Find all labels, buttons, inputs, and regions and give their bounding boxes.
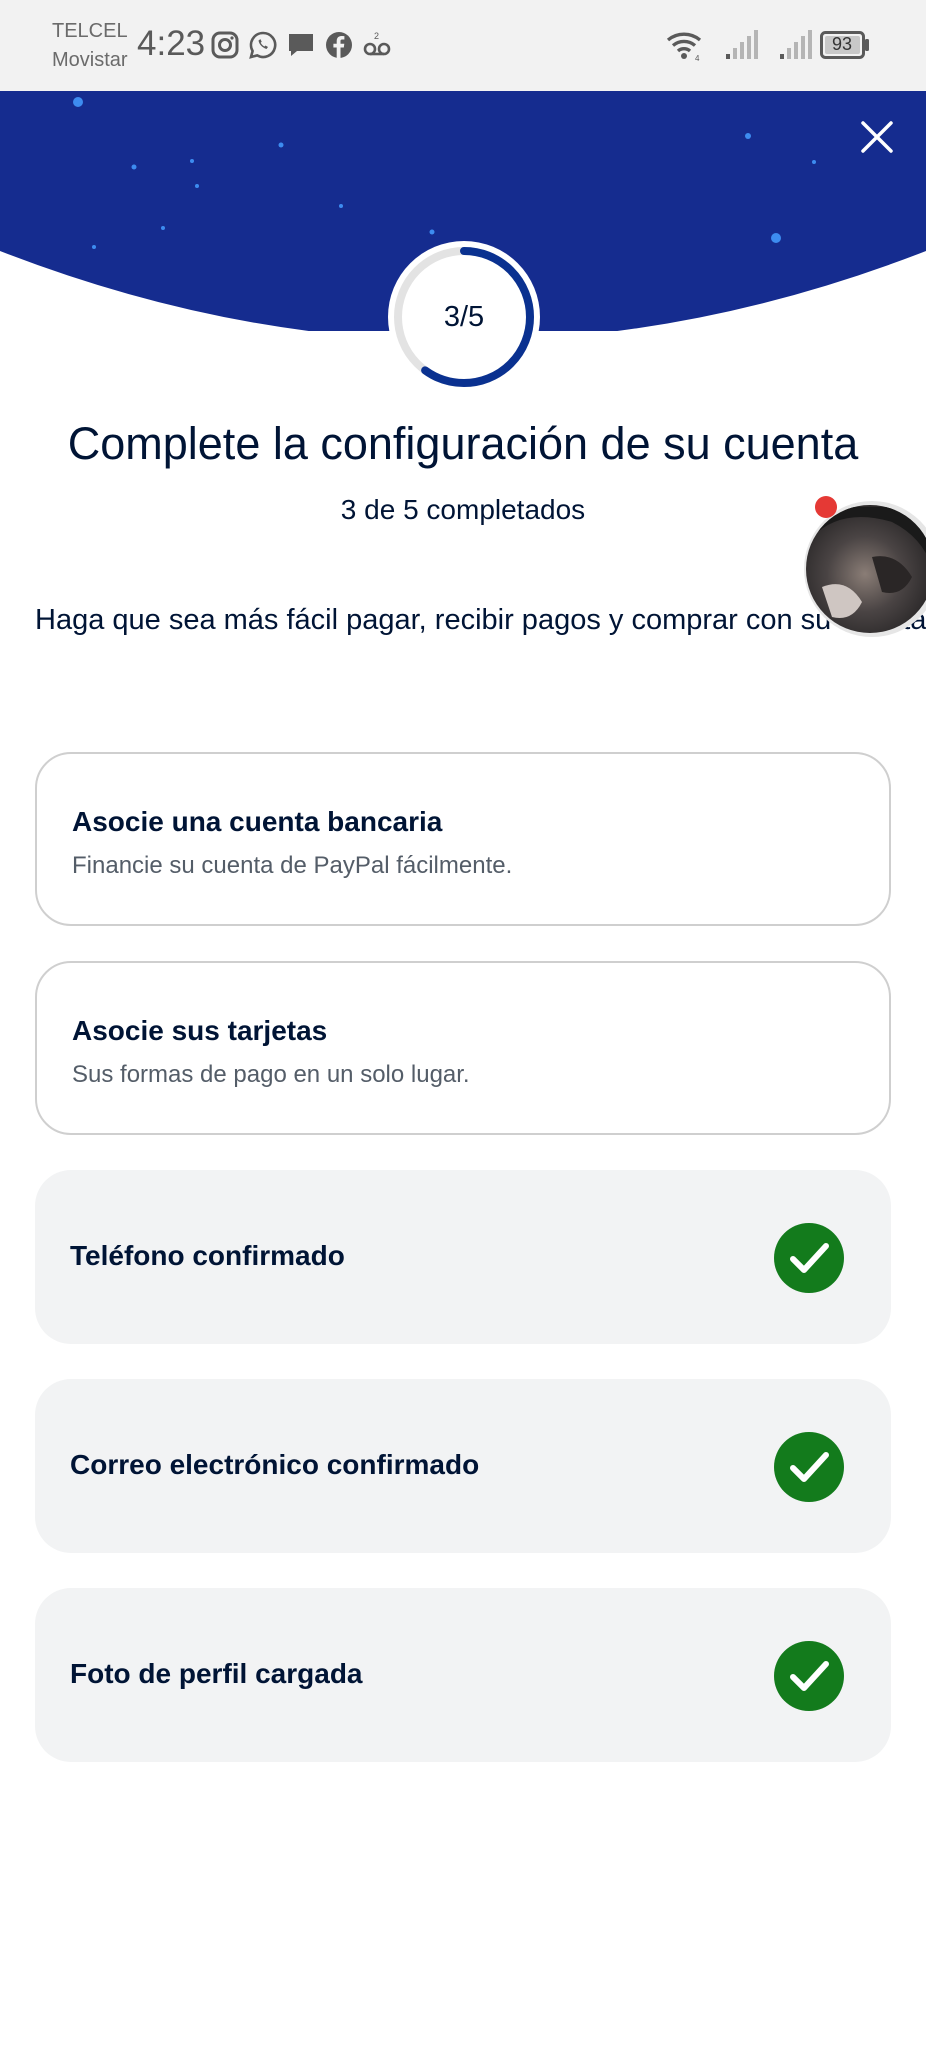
check-circle-icon	[774, 1223, 844, 1293]
task-card-photo-uploaded: Foto de perfil cargada	[35, 1588, 891, 1762]
page-title: Complete la configuración de su cuenta	[67, 418, 859, 469]
voicemail-icon: 2	[363, 31, 391, 56]
task-title: Foto de perfil cargada	[70, 1658, 363, 1689]
wifi-icon: 4	[666, 32, 702, 62]
signal-icon	[780, 30, 812, 59]
carrier-name-primary: TELCEL	[52, 20, 128, 42]
svg-text:4: 4	[695, 54, 700, 62]
instagram-icon	[211, 31, 239, 59]
floating-avatar-bubble[interactable]	[802, 497, 926, 637]
task-card-link-bank[interactable]: Asocie una cuenta bancaria Financie su c…	[35, 752, 891, 926]
notification-badge	[815, 496, 837, 518]
task-title: Asocie una cuenta bancaria	[72, 806, 443, 837]
description-text: Haga que sea más fácil pagar, recibir pa…	[35, 604, 926, 636]
carrier-name-secondary: Movistar	[52, 49, 128, 71]
status-bar: TELCEL Movistar 4:23 2 4 93	[0, 0, 926, 91]
message-icon	[289, 34, 313, 56]
close-icon[interactable]	[858, 118, 896, 156]
battery-icon: 93	[820, 31, 870, 59]
check-circle-icon	[774, 1641, 844, 1711]
task-title: Teléfono confirmado	[70, 1240, 345, 1271]
whatsapp-icon	[249, 31, 277, 59]
task-card-phone-confirmed: Teléfono confirmado	[35, 1170, 891, 1344]
check-circle-icon	[774, 1432, 844, 1502]
task-card-link-cards[interactable]: Asocie sus tarjetas Sus formas de pago e…	[35, 961, 891, 1135]
task-subtitle: Financie su cuenta de PayPal fácilmente.	[72, 852, 513, 879]
task-card-email-confirmed: Correo electrónico confirmado	[35, 1379, 891, 1553]
task-title: Asocie sus tarjetas	[72, 1015, 328, 1046]
progress-label: 3/5	[443, 300, 485, 333]
signal-icon	[726, 30, 758, 59]
facebook-icon	[326, 32, 352, 58]
task-subtitle: Sus formas de pago en un solo lugar.	[72, 1061, 470, 1088]
status-time: 4:23	[137, 24, 206, 63]
svg-text:2: 2	[374, 31, 379, 41]
battery-level: 93	[831, 34, 853, 54]
task-title: Correo electrónico confirmado	[70, 1449, 480, 1480]
completion-count: 3 de 5 completados	[340, 494, 586, 525]
